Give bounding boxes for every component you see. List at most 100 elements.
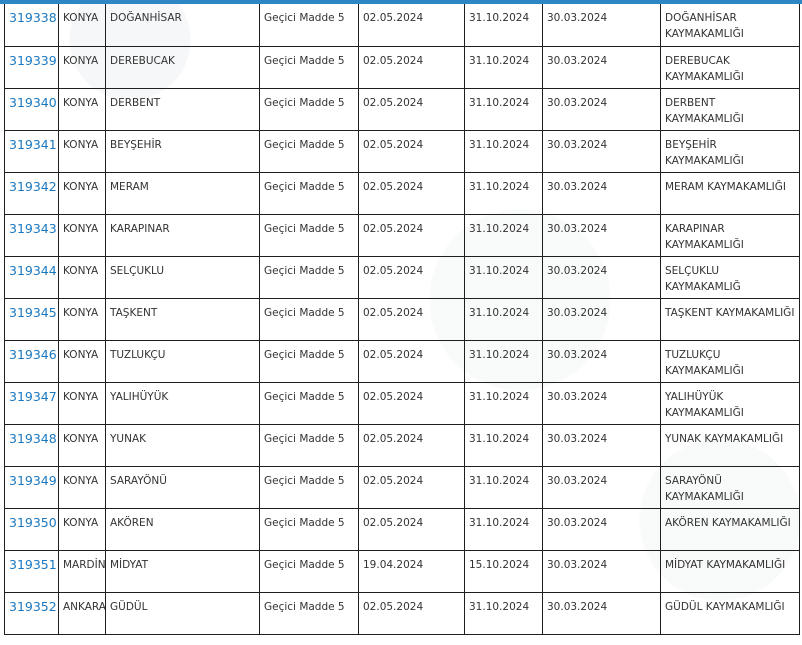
start-date-cell: 02.05.2024	[358, 88, 465, 131]
start-date-cell: 02.05.2024	[358, 592, 465, 635]
district-cell: MERAM	[105, 172, 260, 215]
record-id-cell: 319345	[4, 298, 59, 341]
district-cell: DEREBUCAK	[105, 46, 260, 89]
district-cell: DOĞANHİSAR	[105, 4, 260, 47]
table-row: 319339 KONYA DEREBUCAK Geçici Madde 5 02…	[4, 46, 800, 89]
province-cell: KONYA	[58, 88, 106, 131]
office-cell: DOĞANHİSAR KAYMAKAMLIĞI	[660, 4, 800, 47]
province-cell: KONYA	[58, 4, 106, 47]
records-table: 319338 KONYA DOĞANHİSAR Geçici Madde 5 0…	[4, 4, 800, 635]
record-id-link[interactable]: 319342	[9, 179, 57, 194]
record-id-cell: 319350	[4, 508, 59, 551]
decision-date-cell: 30.03.2024	[542, 592, 661, 635]
province-cell: KONYA	[58, 130, 106, 173]
page: 319338 KONYA DOĞANHİSAR Geçici Madde 5 0…	[0, 0, 802, 645]
province-cell: KONYA	[58, 340, 106, 383]
office-cell: YALIHÜYÜK KAYMAKAMLIĞI	[660, 382, 800, 425]
office-cell: TAŞKENT KAYMAKAMLIĞI	[660, 298, 800, 341]
decision-date-cell: 30.03.2024	[542, 298, 661, 341]
record-id-link[interactable]: 319345	[9, 305, 57, 320]
article-cell: Geçici Madde 5	[259, 46, 359, 89]
record-id-link[interactable]: 319338	[9, 10, 57, 25]
start-date-cell: 02.05.2024	[358, 256, 465, 299]
district-cell: TUZLUKÇU	[105, 340, 260, 383]
records-table-body: 319338 KONYA DOĞANHİSAR Geçici Madde 5 0…	[4, 4, 800, 635]
province-cell: KONYA	[58, 214, 106, 257]
end-date-cell: 31.10.2024	[464, 508, 543, 551]
record-id-link[interactable]: 319349	[9, 473, 57, 488]
record-id-link[interactable]: 319341	[9, 137, 57, 152]
record-id-link[interactable]: 319343	[9, 221, 57, 236]
record-id-link[interactable]: 319340	[9, 95, 57, 110]
decision-date-cell: 30.03.2024	[542, 130, 661, 173]
office-cell: BEYŞEHİR KAYMAKAMLIĞI	[660, 130, 800, 173]
article-cell: Geçici Madde 5	[259, 592, 359, 635]
record-id-link[interactable]: 319339	[9, 53, 57, 68]
start-date-cell: 02.05.2024	[358, 508, 465, 551]
record-id-link[interactable]: 319352	[9, 599, 57, 614]
office-cell: AKÖREN KAYMAKAMLIĞI	[660, 508, 800, 551]
end-date-cell: 31.10.2024	[464, 256, 543, 299]
record-id-link[interactable]: 319346	[9, 347, 57, 362]
article-cell: Geçici Madde 5	[259, 466, 359, 509]
district-cell: SELÇUKLU	[105, 256, 260, 299]
end-date-cell: 31.10.2024	[464, 340, 543, 383]
article-cell: Geçici Madde 5	[259, 130, 359, 173]
start-date-cell: 02.05.2024	[358, 172, 465, 215]
start-date-cell: 02.05.2024	[358, 130, 465, 173]
record-id-cell: 319340	[4, 88, 59, 131]
province-cell: ANKARA	[58, 592, 106, 635]
table-row: 319345 KONYA TAŞKENT Geçici Madde 5 02.0…	[4, 298, 800, 341]
end-date-cell: 31.10.2024	[464, 298, 543, 341]
table-row: 319351 MARDİN MİDYAT Geçici Madde 5 19.0…	[4, 550, 800, 593]
article-cell: Geçici Madde 5	[259, 382, 359, 425]
record-id-link[interactable]: 319347	[9, 389, 57, 404]
record-id-link[interactable]: 319350	[9, 515, 57, 530]
record-id-cell: 319347	[4, 382, 59, 425]
end-date-cell: 15.10.2024	[464, 550, 543, 593]
article-cell: Geçici Madde 5	[259, 4, 359, 47]
district-cell: YUNAK	[105, 424, 260, 467]
decision-date-cell: 30.03.2024	[542, 382, 661, 425]
article-cell: Geçici Madde 5	[259, 172, 359, 215]
district-cell: TAŞKENT	[105, 298, 260, 341]
end-date-cell: 31.10.2024	[464, 46, 543, 89]
office-cell: DERBENT KAYMAKAMLIĞI	[660, 88, 800, 131]
table-row: 319352 ANKARA GÜDÜL Geçici Madde 5 02.05…	[4, 592, 800, 635]
article-cell: Geçici Madde 5	[259, 424, 359, 467]
office-cell: SELÇUKLU KAYMAKAMLIĞ	[660, 256, 800, 299]
decision-date-cell: 30.03.2024	[542, 424, 661, 467]
record-id-cell: 319343	[4, 214, 59, 257]
article-cell: Geçici Madde 5	[259, 508, 359, 551]
article-cell: Geçici Madde 5	[259, 340, 359, 383]
province-cell: KONYA	[58, 508, 106, 551]
article-cell: Geçici Madde 5	[259, 88, 359, 131]
record-id-link[interactable]: 319344	[9, 263, 57, 278]
record-id-cell: 319349	[4, 466, 59, 509]
decision-date-cell: 30.03.2024	[542, 46, 661, 89]
district-cell: GÜDÜL	[105, 592, 260, 635]
record-id-cell: 319338	[4, 4, 59, 47]
table-row: 319338 KONYA DOĞANHİSAR Geçici Madde 5 0…	[4, 4, 800, 47]
record-id-cell: 319339	[4, 46, 59, 89]
record-id-link[interactable]: 319348	[9, 431, 57, 446]
decision-date-cell: 30.03.2024	[542, 172, 661, 215]
start-date-cell: 19.04.2024	[358, 550, 465, 593]
end-date-cell: 31.10.2024	[464, 424, 543, 467]
article-cell: Geçici Madde 5	[259, 214, 359, 257]
decision-date-cell: 30.03.2024	[542, 88, 661, 131]
end-date-cell: 31.10.2024	[464, 592, 543, 635]
table-row: 319340 KONYA DERBENT Geçici Madde 5 02.0…	[4, 88, 800, 131]
start-date-cell: 02.05.2024	[358, 214, 465, 257]
table-row: 319342 KONYA MERAM Geçici Madde 5 02.05.…	[4, 172, 800, 215]
start-date-cell: 02.05.2024	[358, 382, 465, 425]
province-cell: KONYA	[58, 466, 106, 509]
table-row: 319350 KONYA AKÖREN Geçici Madde 5 02.05…	[4, 508, 800, 551]
table-row: 319341 KONYA BEYŞEHİR Geçici Madde 5 02.…	[4, 130, 800, 173]
start-date-cell: 02.05.2024	[358, 46, 465, 89]
end-date-cell: 31.10.2024	[464, 4, 543, 47]
article-cell: Geçici Madde 5	[259, 298, 359, 341]
start-date-cell: 02.05.2024	[358, 424, 465, 467]
decision-date-cell: 30.03.2024	[542, 340, 661, 383]
record-id-link[interactable]: 319351	[9, 557, 57, 572]
